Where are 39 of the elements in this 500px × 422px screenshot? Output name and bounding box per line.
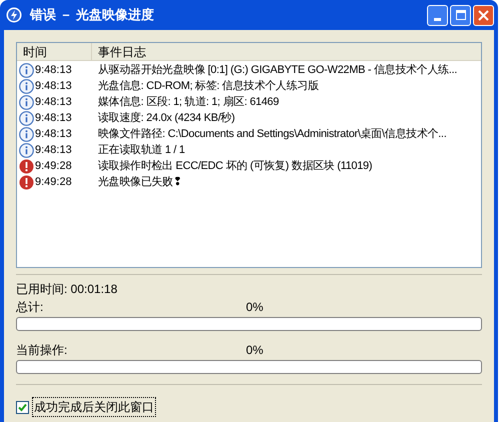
app-icon [6,7,22,23]
close-icon [478,10,489,20]
elapsed-time: 已用时间: 00:01:18 [16,281,118,296]
time-cell-text: 9:48:13 [35,78,73,94]
event-cell-text: 媒体信息: 区段: 1; 轨道: 1; 扇区: 61469 [98,94,279,110]
event-cell-text: 光盘映像已失败❢ [98,174,182,190]
event-cell-text: 映像文件路径: C:\Documents and Settings\Administrator\桌面\信息技术个... [98,126,446,142]
checkbox[interactable] [16,400,29,414]
progress-label: 总计: [16,299,44,314]
info-icon [19,110,34,126]
event-cell-text: 光盘信息: CD-ROM; 标签: 信息技术个人练习版 [98,78,318,94]
event-cell-text: 正在读取轨道 1 / 1 [98,142,185,158]
error-icon [19,158,34,174]
checkbox-label[interactable]: 成功完成后关闭此窗口 [32,397,156,417]
time-cell-text: 9:48:13 [35,142,73,158]
info-icon [19,62,34,78]
info-icon [19,142,34,158]
window-title: 错误 － 光盘映像进度 [30,6,154,24]
event-cell-text: 读取速度: 24.0x (4234 KB/秒) [98,110,235,126]
time-cell-text: 9:48:13 [35,62,73,78]
info-icon [19,78,34,94]
column-header[interactable]: 时间 [17,43,92,60]
info-icon [19,94,34,110]
progress-percent: 0% [246,299,264,314]
time-cell-text: 9:49:28 [35,158,73,174]
error-icon [19,174,34,190]
time-cell-text: 9:49:28 [35,174,73,190]
column-header[interactable]: 事件日志 [92,43,481,60]
minimize-button[interactable] [427,4,448,26]
close-button[interactable] [473,4,494,26]
maximize-button[interactable] [450,4,471,26]
event-cell-text: 读取操作时检出 ECC/EDC 坏的 (可恢复) 数据区块 (11019) [98,158,372,174]
info-icon [19,126,34,142]
time-cell-text: 9:48:13 [35,110,73,126]
progress-label: 当前操作: [16,342,68,357]
time-cell-text: 9:48:13 [35,94,73,110]
event-cell-text: 从驱动器开始光盘映像 [0:1] (G:) GIGABYTE GO-W22MB - 信息技术个人练... [98,62,458,78]
time-cell-text: 9:48:13 [35,126,73,142]
progress-percent: 0% [246,342,264,357]
